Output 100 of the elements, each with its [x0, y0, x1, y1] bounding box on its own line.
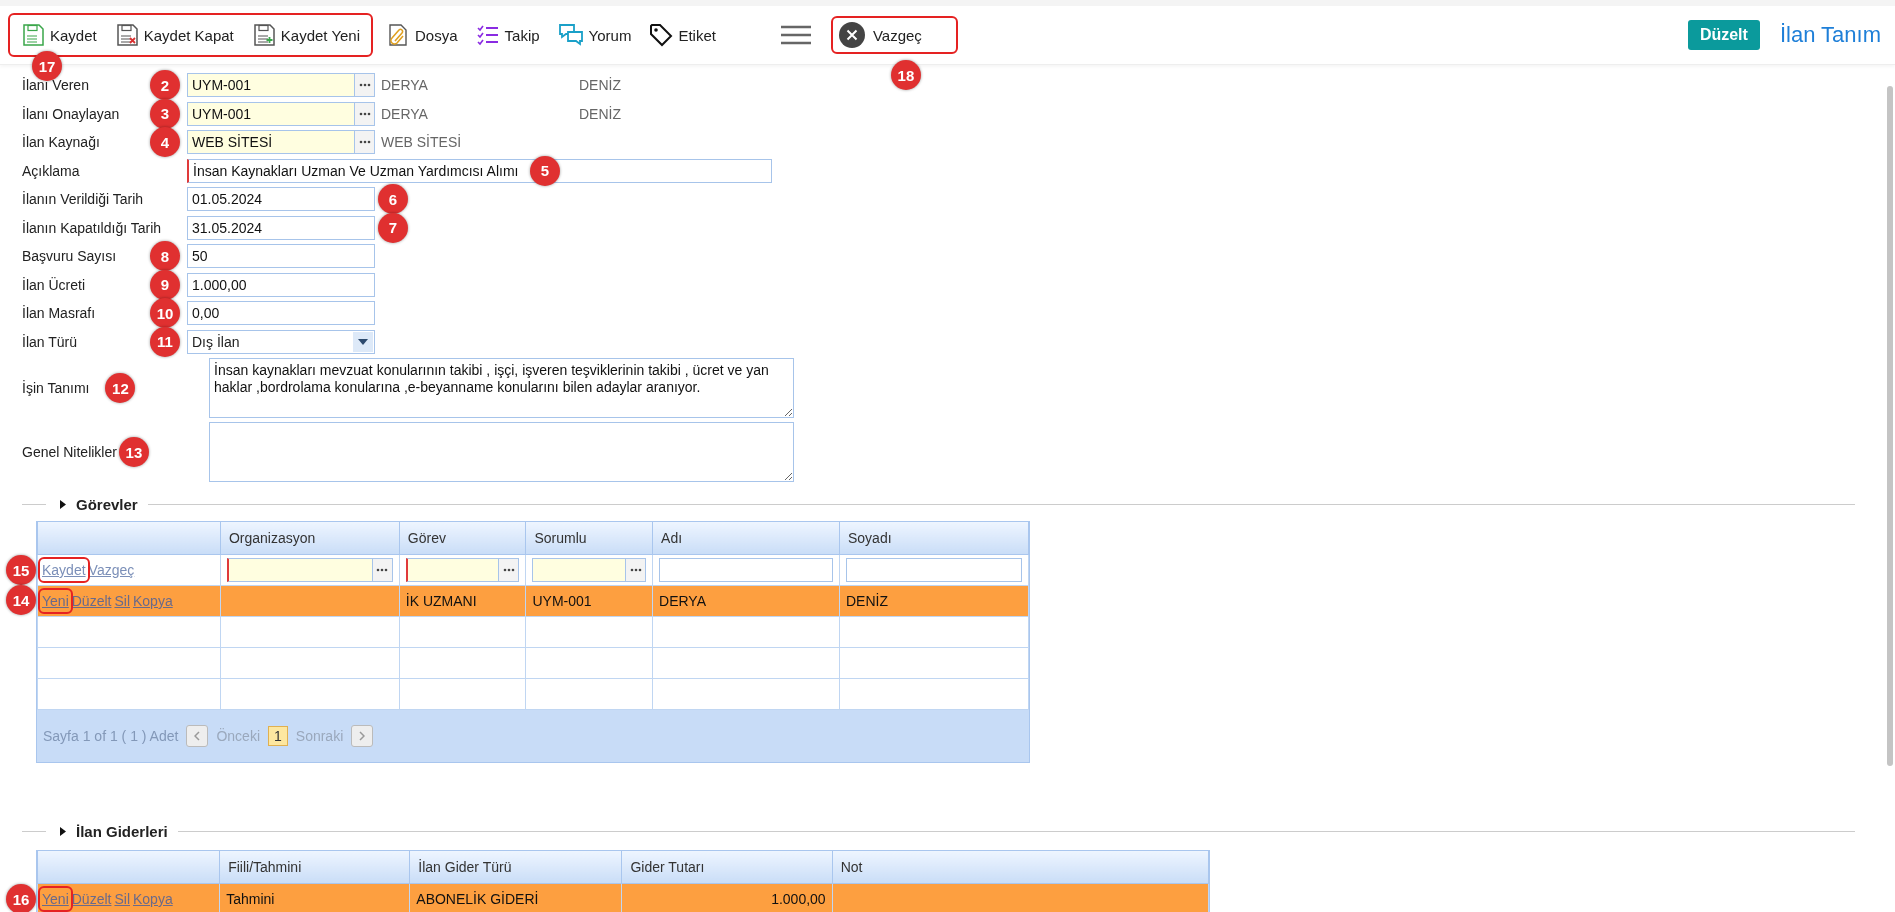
dots-icon	[358, 83, 371, 88]
tag-icon	[649, 23, 674, 47]
table-cell: DERYA	[659, 593, 706, 609]
lookup-description: DENİZ	[578, 105, 622, 122]
callout-badge: 7	[378, 212, 408, 243]
scrollbar[interactable]	[1887, 86, 1893, 766]
section-title: Görevler	[76, 496, 138, 513]
number-field[interactable]: 50	[187, 244, 375, 269]
chevron-right-icon	[359, 731, 366, 741]
lookup-field[interactable]: UYM-001	[187, 73, 355, 98]
lookup-description: WEB SİTESİ	[380, 134, 463, 151]
ellipsis-button[interactable]	[355, 101, 375, 126]
table-cell: İK UZMANI	[405, 593, 477, 609]
toolbar-button[interactable]: Kaydet Kapat	[107, 19, 241, 51]
callout-badge: 8	[150, 241, 180, 271]
toolbar-button[interactable]: Takip	[468, 19, 547, 51]
column-header[interactable]: Gider Tutarı	[621, 851, 833, 884]
column-header[interactable]: Fiili/Tahmini	[219, 851, 410, 884]
dots-icon	[358, 140, 371, 145]
field-label: İlanı Onaylayan	[22, 105, 120, 122]
field-label: Açıklama	[22, 162, 80, 179]
chevron-left-icon	[194, 731, 201, 741]
text-area[interactable]: İnsan kaynakları mevzuat konularının takibi , işçi, işveren teşviklerinin takibi , ücret ve yan haklar ,bordrolama konularına ,e-beyanname konularını bilen adaylar aranıyor.	[209, 358, 794, 418]
column-header[interactable]: Soyadı	[839, 522, 1029, 555]
toolbar-button[interactable]: Yorum	[550, 19, 639, 51]
column-header[interactable]: İlan Gider Türü	[409, 851, 622, 884]
table-cell: Tahmini	[226, 891, 275, 907]
field-label: Genel Nitelikler	[22, 444, 117, 460]
table-cell: ABONELİK GİDERİ	[416, 891, 539, 907]
field-label: İlanın Kapatıldığı Tarih	[22, 219, 162, 236]
callout-badge: 16	[6, 884, 36, 912]
table-cell: UYM-001	[532, 593, 592, 609]
number-field[interactable]: 1.000,00	[187, 272, 375, 297]
callout-badge: 9	[150, 269, 180, 300]
dots-icon	[358, 111, 371, 116]
callout-badge: 2	[150, 70, 180, 100]
expand-arrow-icon[interactable]	[60, 827, 66, 836]
callout-badge: 18	[890, 60, 921, 90]
field-label: İşin Tanımı	[22, 380, 90, 396]
ellipsis-button[interactable]	[355, 73, 375, 98]
field-label: İlan Masrafı	[22, 305, 96, 322]
column-header[interactable]: Sorumlu	[525, 522, 653, 555]
column-header[interactable]: Organizasyon	[220, 522, 400, 555]
callout-badge: 11	[150, 326, 180, 357]
text-field[interactable]	[659, 558, 833, 582]
field-label: İlan Türü	[22, 333, 77, 350]
ellipsis-button[interactable]	[372, 558, 393, 582]
dots-icon	[629, 568, 642, 572]
column-header[interactable]: Görev	[399, 522, 526, 555]
callout-badge: 3	[150, 98, 180, 129]
callout-badge: 14	[6, 585, 36, 615]
section-title: İlan Giderleri	[76, 823, 168, 840]
lookup-field[interactable]	[532, 558, 627, 582]
dots-icon	[376, 568, 389, 572]
page-summary: Sayfa 1 of 1 ( 1 ) Adet	[43, 728, 179, 744]
dropdown[interactable]: Dış İlan	[187, 329, 375, 354]
table-cell: 1.000,00	[771, 891, 826, 907]
field-label: İlan Ücreti	[22, 276, 86, 293]
callout-badge: 6	[378, 184, 408, 214]
date-field[interactable]: 01.05.2024	[187, 187, 375, 212]
ellipsis-button[interactable]	[499, 558, 520, 582]
lookup-description: DERYA	[380, 77, 429, 94]
ellipsis-button[interactable]	[626, 558, 647, 582]
lookup-field[interactable]	[405, 558, 500, 582]
table-cell: DENİZ	[846, 593, 888, 609]
page-title: İlan Tanım	[1779, 22, 1881, 48]
callout-badge: 13	[118, 437, 149, 467]
callout-badge: 15	[6, 555, 36, 585]
chat-bubbles-icon	[557, 23, 584, 47]
field-label: İlan Kaynağı	[22, 134, 100, 151]
date-field[interactable]: 31.05.2024	[187, 215, 375, 240]
column-header[interactable]: Not	[832, 851, 1209, 884]
floppy-x-icon	[114, 23, 139, 47]
close-icon	[838, 22, 865, 48]
lookup-field[interactable]: WEB SİTESİ	[187, 130, 355, 155]
lookup-description: DERYA	[380, 105, 429, 122]
number-field[interactable]: 0,00	[187, 301, 375, 326]
lookup-description: DENİZ	[578, 77, 622, 94]
toolbar-button[interactable]: Etiket	[642, 19, 723, 51]
checklist-icon	[475, 23, 500, 47]
expand-arrow-icon[interactable]	[60, 500, 66, 509]
field-label: İlanın Verildiği Tarih	[22, 191, 144, 208]
field-label: Başvuru Sayısı	[22, 248, 117, 265]
text-field[interactable]	[846, 558, 1022, 582]
ellipsis-button[interactable]	[355, 130, 375, 155]
menu-icon[interactable]	[780, 25, 811, 45]
callout-badge: 10	[150, 298, 180, 328]
callout-badge: 4	[150, 127, 180, 157]
toolbar-button[interactable]: Kaydet Yeni	[244, 19, 368, 51]
toolbar-button[interactable]: Dosya	[379, 19, 465, 51]
lookup-field[interactable]	[226, 558, 373, 582]
toolbar-button[interactable]: Kaydet	[14, 19, 104, 51]
callout-badge: 5	[530, 155, 560, 186]
callout-badge: 17	[32, 51, 62, 81]
column-header[interactable]: Adı	[652, 522, 840, 555]
dots-icon	[502, 568, 515, 572]
floppy-plus-icon	[251, 23, 276, 47]
caret-icon	[358, 338, 368, 345]
page-number[interactable]: 1	[268, 726, 288, 746]
lookup-field[interactable]: UYM-001	[187, 101, 355, 126]
